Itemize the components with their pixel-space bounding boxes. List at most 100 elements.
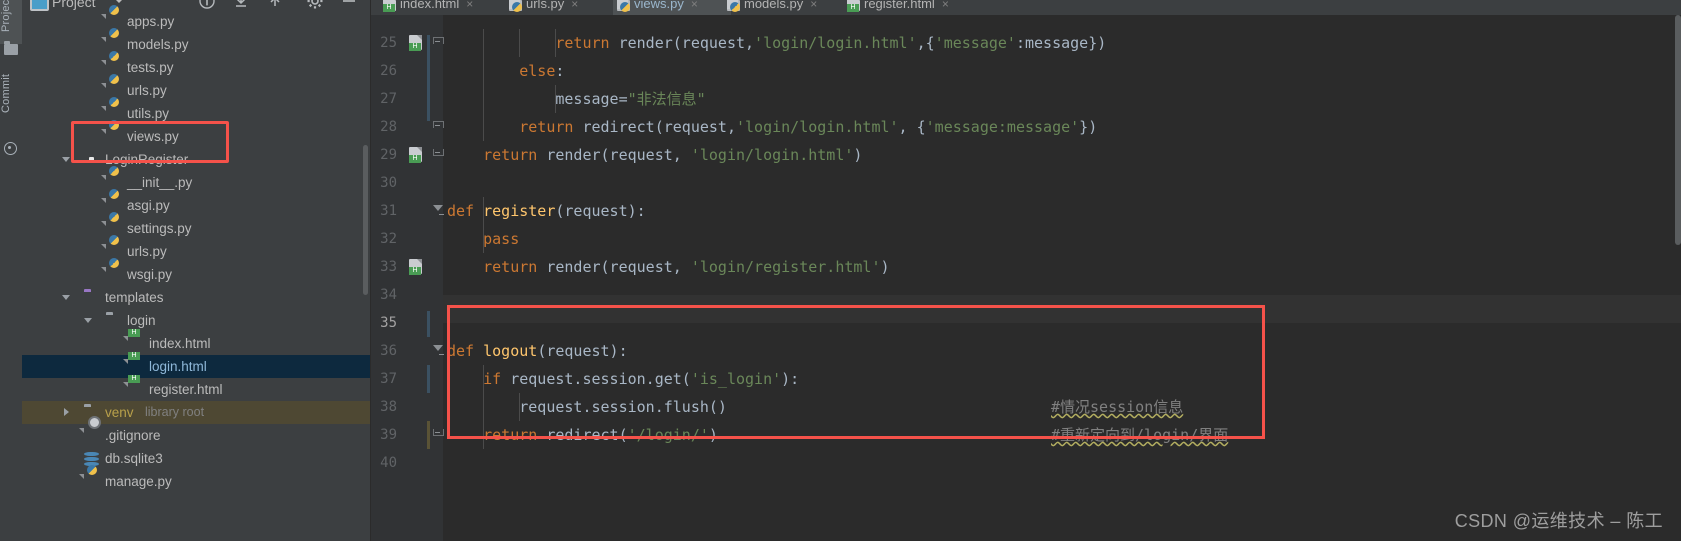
tree-item-asgi-py[interactable]: asgi.py	[22, 194, 370, 217]
tree-item--init-py[interactable]: __init__.py	[22, 171, 370, 194]
python-file-icon	[106, 129, 122, 145]
code-fold-marker[interactable]	[433, 345, 444, 355]
chevron-down-icon[interactable]	[84, 309, 94, 332]
tree-item-login[interactable]: login	[22, 309, 370, 332]
code-line[interactable]: return render(request,'login/login.html'…	[555, 29, 1106, 57]
tree-item-urls-py[interactable]: urls.py	[22, 79, 370, 102]
chevron-right-icon[interactable]	[62, 401, 72, 424]
tree-item-tests-py[interactable]: tests.py	[22, 56, 370, 79]
indent-guide	[483, 29, 484, 141]
editor-tab-register-html[interactable]: register.html ×	[843, 0, 979, 15]
code-token: render(request,	[618, 34, 755, 52]
editor-tab-models-py[interactable]: models.py ×	[723, 0, 851, 15]
tree-item-models-py[interactable]: models.py	[22, 33, 370, 56]
code-token: return	[483, 258, 547, 276]
line-number: 26	[380, 63, 397, 79]
sidebar-toolwindow-project[interactable]: Project	[0, 0, 22, 44]
code-line[interactable]: pass	[483, 225, 519, 253]
html-marker-icon[interactable]	[409, 259, 423, 275]
html-marker-icon[interactable]	[409, 35, 423, 51]
indent-guide	[519, 393, 520, 421]
code-line[interactable]: return redirect('/login/')	[483, 421, 718, 449]
editor-tab-urls-py[interactable]: urls.py ×	[505, 0, 621, 15]
collapse-all-icon[interactable]	[232, 0, 250, 10]
sidebar-toolwindow-commit[interactable]: Commit	[0, 62, 22, 124]
tree-item-suffix: library root	[145, 405, 205, 419]
code-line[interactable]: message="非法信息"	[555, 85, 705, 113]
tree-item-settings-py[interactable]: settings.py	[22, 217, 370, 240]
project-panel-scrollbar[interactable]	[363, 145, 368, 295]
editor-vertical-scrollbar[interactable]	[1675, 15, 1681, 245]
code-line[interactable]: def register(request):	[447, 197, 646, 225]
info-icon[interactable]	[198, 0, 216, 10]
code-line[interactable]: return render(request, 'login/login.html…	[483, 141, 862, 169]
editor-tab-bar[interactable]: index.html×urls.py×views.py×models.py×re…	[371, 0, 1681, 15]
code-token: if	[483, 370, 511, 388]
close-icon[interactable]: ×	[571, 0, 578, 11]
close-icon[interactable]: ×	[466, 0, 473, 11]
line-number: 28	[380, 119, 397, 135]
folder-purple-icon	[84, 290, 100, 306]
code-token: register	[483, 202, 556, 220]
tree-item-utils-py[interactable]: utils.py	[22, 102, 370, 125]
tree-item-manage-py[interactable]: manage.py	[22, 470, 370, 493]
editor-gutter[interactable]: 25 26 27 28 29 30 31 32 33 34 35 36 37 38 39 40	[371, 15, 444, 541]
chevron-down-icon[interactable]	[114, 0, 124, 3]
chevron-down-icon[interactable]	[62, 148, 72, 171]
indent-guide	[555, 29, 556, 57]
tree-item-views-py[interactable]: views.py	[22, 125, 370, 148]
code-line[interactable]: if request.session.get('is_login'):	[483, 365, 799, 393]
line-number: 27	[380, 91, 397, 107]
tree-item-label: urls.py	[127, 83, 167, 98]
code-line[interactable]: else:	[519, 57, 564, 85]
close-icon[interactable]: ×	[942, 0, 949, 11]
chevron-down-icon[interactable]	[62, 286, 72, 309]
tree-item-venv[interactable]: venv library root	[22, 401, 370, 424]
code-fold-marker[interactable]	[433, 205, 444, 215]
code-line[interactable]: request.session.flush()	[519, 393, 727, 421]
tree-item-login-html[interactable]: login.html	[22, 355, 370, 378]
tree-item-label: templates	[105, 290, 164, 305]
tree-item-register-html[interactable]: register.html	[22, 378, 370, 401]
expand-all-icon[interactable]	[266, 0, 284, 10]
tree-item-urls-py[interactable]: urls.py	[22, 240, 370, 263]
tree-item-db-sqlite3[interactable]: db.sqlite3	[22, 447, 370, 470]
html-file-icon	[128, 359, 144, 375]
line-number: 29	[380, 147, 397, 163]
tree-item-loginregister[interactable]: LoginRegister	[22, 148, 370, 171]
close-icon[interactable]: ×	[810, 0, 817, 11]
code-token: pass	[483, 230, 520, 248]
tree-item-templates[interactable]: templates	[22, 286, 370, 309]
line-number: 39	[380, 427, 397, 443]
code-token: request.session.get(	[510, 370, 691, 388]
indent-scope-bar	[427, 35, 430, 121]
pycharm-window: Project Commit Project apps.py models.py…	[0, 0, 1681, 541]
html-marker-icon[interactable]	[409, 147, 423, 163]
code-line[interactable]: return render(request, 'login/register.h…	[483, 253, 889, 281]
code-token: 'login/login.html'	[735, 118, 899, 136]
tree-item-label: urls.py	[127, 244, 167, 259]
settings-gear-icon[interactable]	[306, 0, 324, 10]
code-token: return	[483, 426, 547, 444]
close-icon[interactable]: ×	[691, 0, 698, 11]
indent-guide	[519, 29, 520, 57]
project-tool-window: Project apps.py models.py tests.py urls.…	[22, 0, 371, 541]
tree-item-label: models.py	[127, 37, 189, 52]
hide-window-icon[interactable]	[340, 0, 358, 10]
code-token: "非法信息"	[627, 90, 706, 108]
editor-code-area[interactable]: return render(request, 'login/login.html'…	[443, 15, 1681, 541]
editor-tab-views-py[interactable]: views.py ×	[613, 0, 731, 15]
tree-item-wsgi-py[interactable]: wsgi.py	[22, 263, 370, 286]
tree-item-label: wsgi.py	[127, 267, 173, 282]
code-token: 'is_login'	[690, 370, 782, 388]
tree-item--gitignore[interactable]: .gitignore	[22, 424, 370, 447]
code-line[interactable]: return redirect(request,'login/login.htm…	[519, 113, 1097, 141]
tree-item-label: utils.py	[127, 106, 170, 121]
tree-item-index-html[interactable]: index.html	[22, 332, 370, 355]
code-token: '/login/'	[627, 426, 709, 444]
tree-item-label: db.sqlite3	[105, 451, 163, 466]
code-line[interactable]: def logout(request):	[447, 337, 628, 365]
tree-item-apps-py[interactable]: apps.py	[22, 10, 370, 33]
tree-item-label: login.html	[149, 359, 207, 374]
editor-tab-index-html[interactable]: index.html ×	[379, 0, 513, 15]
